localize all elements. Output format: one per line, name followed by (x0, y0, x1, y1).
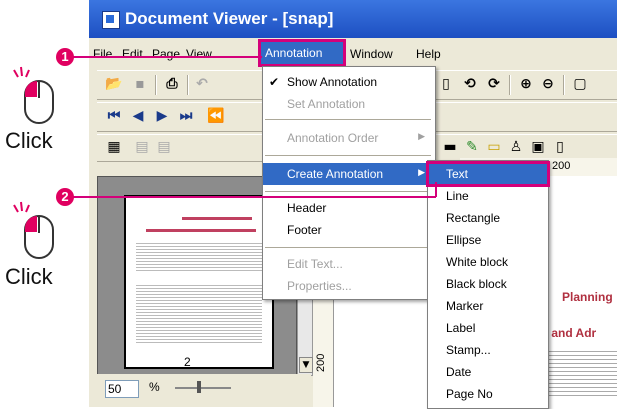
menu-item-label: Footer (287, 223, 322, 237)
menu-help[interactable]: Help (416, 47, 441, 61)
title-bar: Document Viewer - [snap] (89, 0, 617, 38)
step-2-badge: 2 (56, 188, 74, 206)
menu-item-set-annotation[interactable]: Set Annotation (263, 93, 435, 115)
label-tool-icon[interactable]: ▭ (485, 138, 503, 156)
block-tool-icon[interactable]: ▬ (441, 138, 459, 156)
submenu-item-label[interactable]: Label (428, 317, 548, 339)
vertical-ruler-label: 200 (315, 353, 327, 372)
open-folder-icon[interactable]: 📂 (105, 75, 123, 93)
stamp-tool-icon[interactable]: ♙ (507, 138, 525, 156)
submenu-item-label: Ellipse (446, 233, 482, 247)
menu-item-label: Edit Text... (287, 257, 343, 271)
menu-item-edit-text[interactable]: Edit Text... (263, 253, 435, 275)
menu-item-label: Show Annotation (287, 75, 378, 89)
step-1-badge: 1 (56, 48, 74, 66)
window-title: Document Viewer - [snap] (125, 9, 334, 28)
menu-item-create-annotation[interactable]: Create Annotation ▶ (263, 163, 435, 185)
zoom-slider[interactable] (175, 381, 231, 393)
next-page-icon[interactable]: ▶ (153, 107, 171, 125)
zoom-out-icon[interactable]: ⊖ (539, 75, 557, 93)
submenu-item-label: Black block (446, 277, 507, 291)
menu-item-show-annotation[interactable]: ✔ Show Annotation (263, 71, 435, 93)
submenu-item-marker[interactable]: Marker (428, 295, 548, 317)
submenu-item-label: Text (446, 167, 469, 181)
menu-item-annotation-order[interactable]: Annotation Order ▶ (263, 127, 435, 149)
save-icon[interactable]: ▪ (131, 75, 149, 93)
submenu-arrow-icon: ▶ (418, 131, 425, 141)
submenu-item-label: Rectangle (446, 211, 501, 225)
checkmark-icon: ✔ (269, 75, 280, 89)
submenu-item-label: Line (446, 189, 469, 203)
horizontal-ruler-label: 200 (552, 160, 571, 172)
submenu-item-rectangle[interactable]: Rectangle (428, 207, 548, 229)
menu-annotation-label: Annotation (265, 46, 323, 60)
submenu-item-text[interactable]: Text (426, 161, 550, 187)
last-page-icon[interactable]: ⏭ (177, 107, 195, 125)
submenu-item-label: Stamp... (446, 343, 491, 357)
menu-item-header[interactable]: Header (263, 197, 435, 219)
submenu-item-stamp[interactable]: Stamp... (428, 339, 548, 361)
menu-bar: File Edit Page View Window Help (89, 43, 617, 65)
submenu-arrow-icon: ▶ (418, 167, 425, 177)
zoom-in-icon[interactable]: ⊕ (517, 75, 535, 93)
mouse-click-icon-1 (13, 66, 54, 124)
submenu-item-label: Date (446, 365, 472, 379)
click-label-1: Click (5, 128, 53, 153)
submenu-item-white-block[interactable]: White block (428, 251, 548, 273)
submenu-item-label-text: Label (446, 321, 476, 335)
app-icon (102, 11, 120, 29)
undo-icon[interactable]: ↶ (193, 75, 211, 93)
document-heading: Planning (562, 290, 613, 304)
page-thumbnail[interactable] (124, 195, 274, 369)
rotate-right-icon[interactable]: ⟳ (485, 75, 503, 93)
first-page-icon[interactable]: ⏮ (105, 107, 123, 125)
menu-annotation[interactable]: Annotation (258, 39, 346, 67)
menu-item-label: Annotation Order (287, 131, 379, 145)
create-annotation-submenu: Text Line Rectangle Ellipse White block … (426, 160, 550, 409)
menu-view[interactable]: View (186, 47, 212, 61)
zoom-slider-thumb[interactable] (197, 381, 201, 393)
mouse-click-icon-2 (13, 201, 54, 259)
date-tool-icon[interactable]: ▣ (529, 138, 547, 156)
submenu-item-black-block[interactable]: Black block (428, 273, 548, 295)
submenu-item-date[interactable]: Date (428, 361, 548, 383)
menu-item-label: Create Annotation (287, 167, 384, 181)
marker-tool-icon[interactable]: ✎ (463, 138, 481, 156)
click-rays-icon (13, 66, 30, 78)
submenu-item-label: Page No (446, 387, 493, 401)
submenu-item-line[interactable]: Line (428, 185, 548, 207)
menu-edit[interactable]: Edit (122, 47, 143, 61)
tool-icon-b[interactable]: ▤ (155, 138, 173, 156)
page-icon[interactable]: ▯ (437, 75, 455, 93)
thumbnail-view-icon[interactable]: ▦ (105, 138, 123, 156)
prev-page-icon[interactable]: ◀ (129, 107, 147, 125)
submenu-item-page-no[interactable]: Page No (428, 383, 548, 405)
auto-icon[interactable]: ⏪ (207, 107, 225, 125)
zoom-input[interactable]: 50 (105, 380, 139, 398)
menu-item-label: Set Annotation (287, 97, 366, 111)
zoom-unit-label: % (149, 380, 160, 394)
thumbnail-page-number: 2 (184, 355, 191, 369)
tool-icon-a[interactable]: ▤ (133, 138, 151, 156)
menu-item-properties[interactable]: Properties... (263, 275, 435, 297)
submenu-item-label: Marker (446, 299, 484, 313)
menu-item-footer[interactable]: Footer (263, 219, 435, 241)
menu-item-label: Header (287, 201, 327, 215)
click-rays-icon (13, 201, 30, 213)
menu-window[interactable]: Window (350, 47, 393, 61)
scroll-down-icon[interactable]: ▼ (299, 357, 313, 373)
menu-page[interactable]: Page (152, 47, 180, 61)
submenu-item-label: White block (446, 255, 509, 269)
annotation-menu: ✔ Show Annotation Set Annotation Annotat… (262, 66, 436, 300)
page-no-tool-icon[interactable]: ▯ (551, 138, 569, 156)
menu-item-label: Properties... (287, 279, 352, 293)
print-icon[interactable]: ⎙ (163, 75, 181, 93)
rotate-left-icon[interactable]: ⟲ (461, 75, 479, 93)
click-label-2: Click (5, 264, 53, 289)
fit-page-icon[interactable]: ▢ (571, 75, 589, 93)
submenu-item-ellipse[interactable]: Ellipse (428, 229, 548, 251)
zoom-row: 50 % (97, 374, 311, 404)
menu-file[interactable]: File (93, 47, 112, 61)
